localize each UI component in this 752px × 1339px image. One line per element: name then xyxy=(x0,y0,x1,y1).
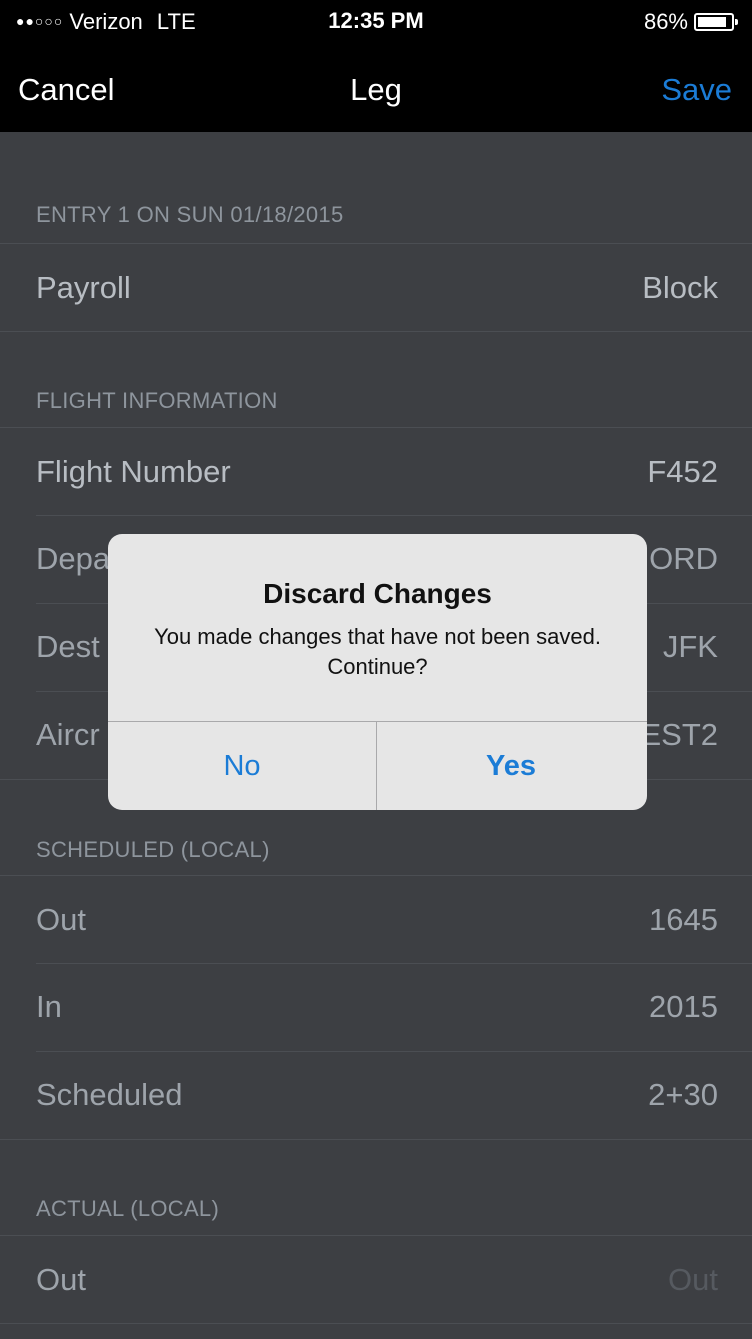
scheduled-in-value: 2015 xyxy=(649,989,718,1024)
scheduled-duration-label: Scheduled xyxy=(36,1077,183,1112)
discard-changes-alert: Discard Changes You made changes that ha… xyxy=(108,534,647,810)
actual-out-placeholder[interactable]: Out xyxy=(668,1262,718,1298)
nav-title: Leg xyxy=(350,72,402,107)
alert-message: You made changes that have not been save… xyxy=(154,624,601,679)
section-header-actual: ACTUAL (LOCAL) xyxy=(36,1196,220,1221)
row-divider xyxy=(36,515,752,516)
flight-number-value: F452 xyxy=(647,454,718,489)
status-time: 12:35 PM xyxy=(328,8,424,33)
actual-out-label: Out xyxy=(36,1262,86,1297)
section-header-flight: FLIGHT INFORMATION xyxy=(36,388,278,413)
section-header-scheduled: SCHEDULED (LOCAL) xyxy=(36,837,270,862)
row-divider xyxy=(36,1051,752,1052)
section-header-entry: ENTRY 1 ON SUN 01/18/2015 xyxy=(36,202,344,227)
scheduled-duration-value: 2+30 xyxy=(648,1077,718,1112)
actual-out-row[interactable]: Out Out xyxy=(0,1235,752,1323)
departure-value: ORD xyxy=(649,541,718,576)
status-bar: ●●○○○ Verizon LTE 12:35 PM 86% xyxy=(0,0,752,42)
flight-number-row[interactable]: Flight Number F452 xyxy=(0,427,752,515)
battery-fill xyxy=(698,17,726,27)
screen: ●●○○○ Verizon LTE 12:35 PM 86% Cancel Le… xyxy=(0,0,752,1339)
flight-number-label: Flight Number xyxy=(36,454,231,489)
payroll-row[interactable]: Payroll Block xyxy=(0,243,752,331)
no-button[interactable]: No xyxy=(108,722,376,810)
payroll-label: Payroll xyxy=(36,270,131,305)
payroll-value: Block xyxy=(642,270,718,305)
navigation-bar: Cancel Leg Save xyxy=(0,42,752,132)
scheduled-out-row[interactable]: Out 1645 xyxy=(0,875,752,963)
departure-label: Depa xyxy=(36,541,111,576)
scheduled-out-value: 1645 xyxy=(649,902,718,937)
alert-title: Discard Changes xyxy=(263,578,492,609)
battery-icon xyxy=(694,13,738,31)
section-divider xyxy=(0,1139,752,1140)
section-divider xyxy=(0,1323,752,1324)
destination-label: Dest xyxy=(36,629,100,664)
scheduled-in-row[interactable]: In 2015 xyxy=(0,963,752,1051)
save-button[interactable]: Save xyxy=(661,72,732,108)
battery-status: 86% xyxy=(643,9,738,35)
battery-percent: 86% xyxy=(643,9,688,34)
scheduled-out-label: Out xyxy=(36,902,86,937)
aircraft-value: EST2 xyxy=(640,717,718,752)
scheduled-duration-row[interactable]: Scheduled 2+30 xyxy=(0,1051,752,1139)
section-divider xyxy=(0,331,752,332)
row-divider xyxy=(36,963,752,964)
destination-value: JFK xyxy=(662,629,718,664)
aircraft-label: Aircr xyxy=(36,717,100,752)
yes-button[interactable]: Yes xyxy=(377,722,645,810)
scheduled-in-label: In xyxy=(36,989,62,1024)
